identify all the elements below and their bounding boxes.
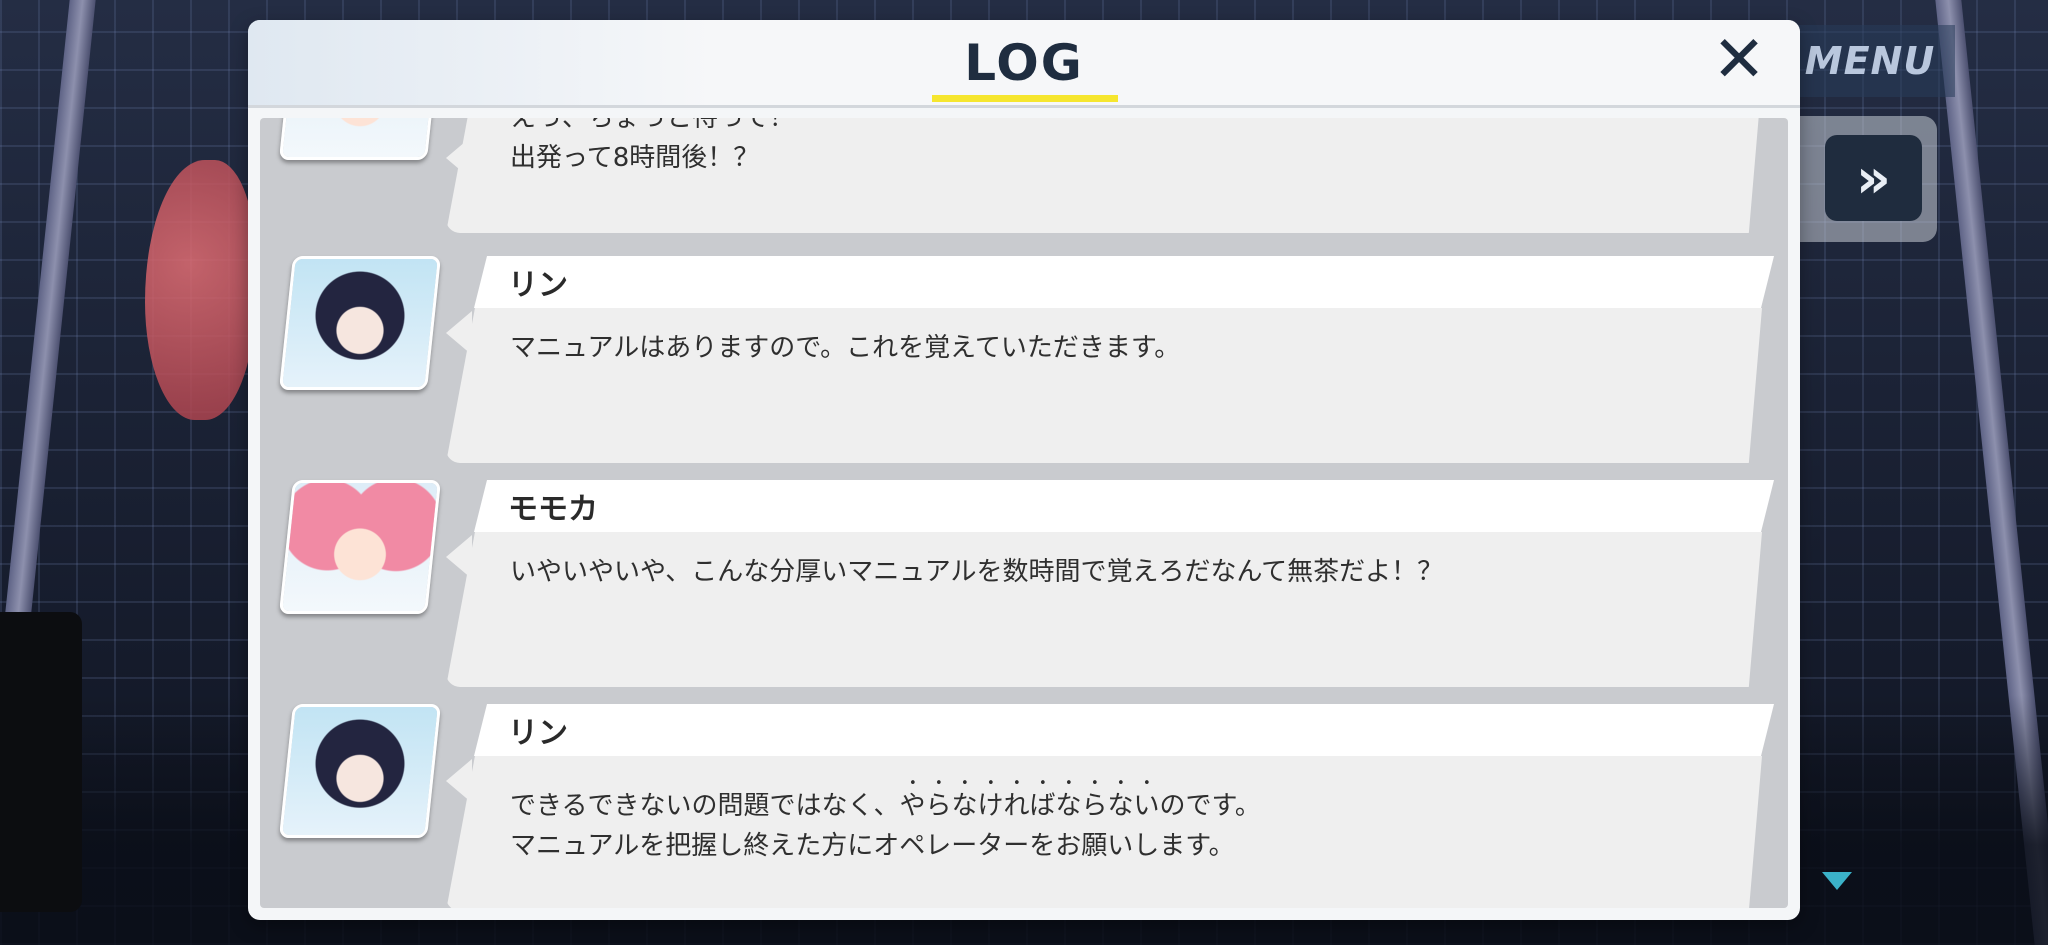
log-dialog: LOG ✕ えっ、ちょっと待って！ 出発って8時間後！？ リン マニュアルはあり… [248,20,1800,920]
log-entry: モモカ いやいやいや、こんな分厚いマニュアルを数時間で覚えろだなんて無茶だよ！？ [260,480,1788,690]
log-entry: リン できるできないの問題ではなく、やらなければならないのです。マニュアルを把握… [260,704,1788,908]
name-tab [474,704,1774,756]
scroll-down-icon[interactable] [1822,872,1852,890]
bubble-pointer [446,535,472,579]
speaker-name: リン [508,268,568,303]
dialogue-text: えっ、ちょっと待って！ 出発って8時間後！？ [510,118,795,173]
close-button[interactable]: ✕ [1708,28,1770,92]
log-title: LOG [964,34,1084,92]
name-tab [474,480,1774,532]
side-panel [0,612,82,912]
log-entry: リン マニュアルはありますので。これを覚えていただきます。 [260,256,1788,466]
momoka-avatar [278,480,442,614]
log-list[interactable]: えっ、ちょっと待って！ 出発って8時間後！？ リン マニュアルはありますので。こ… [260,118,1788,908]
speaker-name: リン [508,716,568,751]
bubble-pointer [446,759,472,803]
dialogue-text: マニュアルはありますので。これを覚えていただきます。 [510,333,1181,363]
dialogue-text: できるできないの問題ではなく、やらなければならないのです。マニュアルを把握し終え… [510,776,1261,866]
dialogue-text-part: のです。 [1159,791,1261,821]
rin-avatar [278,256,442,390]
dialogue-text: いやいやいや、こんな分厚いマニュアルを数時間で覚えろだなんて無茶だよ！？ [510,557,1444,587]
close-icon: ✕ [1712,23,1766,97]
speaker-name: モモカ [508,492,598,527]
title-underline [932,95,1118,102]
fast-forward-button[interactable]: » [1825,135,1922,221]
fast-forward-icon: » [1856,146,1891,210]
rin-avatar [278,704,442,838]
dialogue-text-part: マニュアルを把握し終えた方にオペレーターをお願いします。 [510,831,1235,861]
bubble-pointer [446,136,472,180]
menu-button[interactable]: MENU [1785,25,1955,97]
emphasized-text: やらなければならない [899,791,1160,821]
dialogue-text-part: できるできないの問題ではなく、 [510,791,900,821]
bubble-pointer [446,311,472,355]
log-header: LOG ✕ [248,20,1800,108]
name-tab [474,256,1774,308]
log-entry: えっ、ちょっと待って！ 出発って8時間後！？ [260,118,1788,236]
momoka-avatar [278,118,442,160]
